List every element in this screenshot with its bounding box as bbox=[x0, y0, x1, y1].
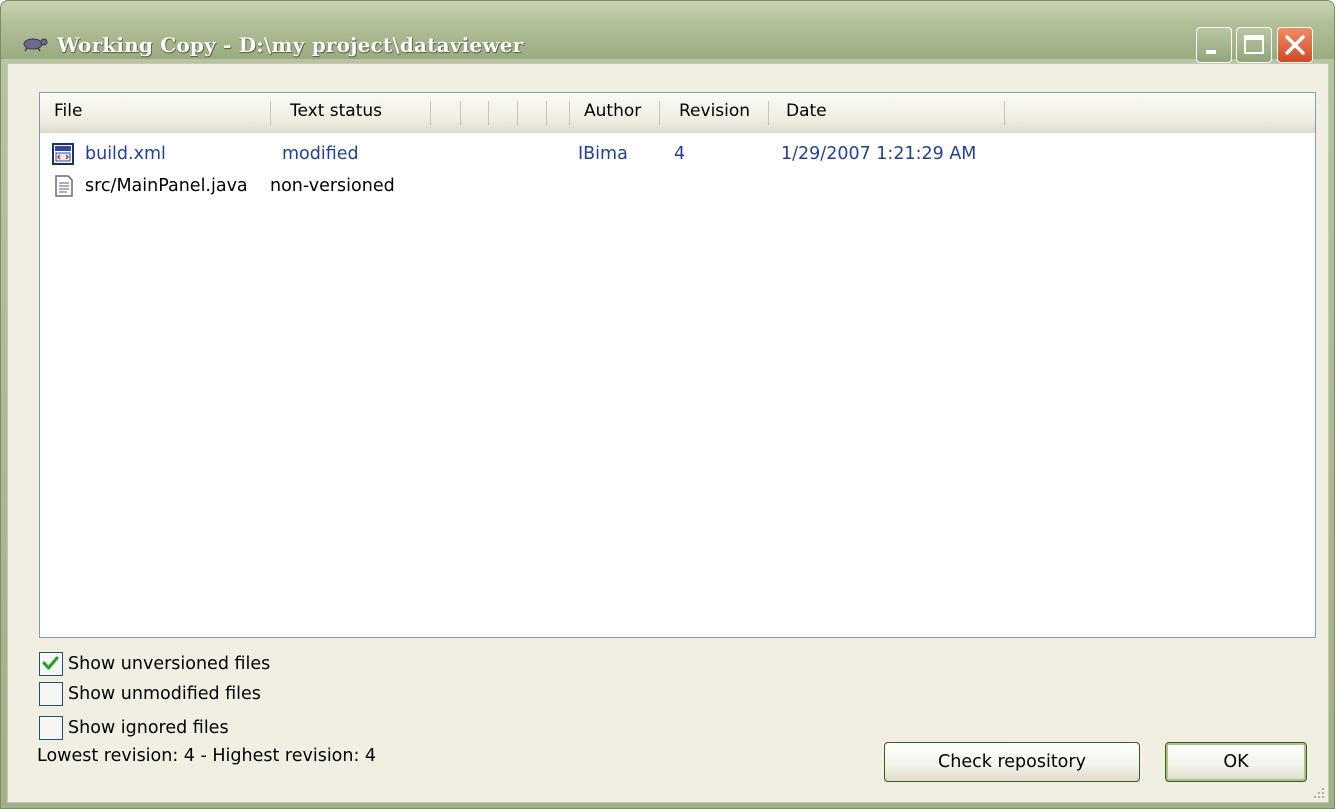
file-name: build.xml bbox=[85, 144, 166, 164]
resize-grip-icon[interactable] bbox=[1310, 784, 1326, 800]
dialog-body: File Text status Author Revision Date bu… bbox=[7, 63, 1329, 803]
column-divider[interactable] bbox=[1004, 101, 1005, 125]
maximize-button[interactable] bbox=[1236, 27, 1272, 63]
show-unmodified-label: Show unmodified files bbox=[68, 684, 261, 704]
revision-range-status: Lowest revision: 4 - Highest revision: 4 bbox=[37, 746, 377, 766]
author: IBima bbox=[578, 144, 628, 164]
checkmark-icon bbox=[42, 656, 59, 670]
file-list[interactable]: File Text status Author Revision Date bu… bbox=[39, 92, 1316, 638]
show-unversioned-checkbox[interactable] bbox=[39, 652, 63, 676]
column-header-revision[interactable]: Revision bbox=[665, 93, 769, 130]
revision: 4 bbox=[674, 144, 686, 164]
show-unmodified-checkbox[interactable] bbox=[39, 682, 63, 706]
ok-button[interactable]: OK bbox=[1165, 742, 1307, 782]
close-button[interactable] bbox=[1277, 27, 1313, 63]
list-header: File Text status Author Revision Date bbox=[40, 93, 1315, 133]
minimize-button[interactable] bbox=[1196, 27, 1232, 63]
text-file-icon bbox=[55, 175, 73, 197]
xml-file-icon bbox=[52, 143, 74, 165]
title-bar[interactable]: Working Copy - D:\my project\dataviewer bbox=[1, 1, 1334, 63]
minimize-icon bbox=[1206, 50, 1216, 54]
file-name: src/MainPanel.java bbox=[85, 176, 248, 196]
column-divider[interactable] bbox=[460, 101, 461, 125]
column-header-file[interactable]: File bbox=[40, 93, 270, 130]
close-icon bbox=[1285, 35, 1305, 55]
column-divider[interactable] bbox=[659, 101, 660, 125]
column-divider[interactable] bbox=[546, 101, 547, 125]
show-unversioned-label: Show unversioned files bbox=[68, 654, 271, 674]
show-ignored-checkbox[interactable] bbox=[39, 716, 63, 740]
column-divider[interactable] bbox=[517, 101, 518, 125]
window-title: Working Copy - D:\my project\dataviewer bbox=[57, 33, 524, 57]
table-row[interactable]: build.xml modified IBima 4 1/29/2007 1:2… bbox=[40, 138, 1315, 170]
text-status: non-versioned bbox=[270, 176, 395, 196]
date: 1/29/2007 1:21:29 AM bbox=[781, 144, 977, 164]
column-divider[interactable] bbox=[488, 101, 489, 125]
column-divider[interactable] bbox=[430, 101, 431, 125]
table-row[interactable]: src/MainPanel.java non-versioned bbox=[40, 170, 1315, 202]
column-header-date[interactable]: Date bbox=[772, 93, 1004, 130]
column-header-text-status[interactable]: Text status bbox=[276, 93, 428, 130]
working-copy-window: Working Copy - D:\my project\dataviewer … bbox=[0, 0, 1335, 809]
column-divider[interactable] bbox=[768, 101, 769, 125]
check-repository-button[interactable]: Check repository bbox=[884, 742, 1140, 782]
maximize-icon bbox=[1244, 35, 1264, 54]
show-ignored-label: Show ignored files bbox=[68, 718, 229, 738]
text-status: modified bbox=[282, 144, 359, 164]
column-divider[interactable] bbox=[270, 101, 271, 125]
tortoise-icon bbox=[23, 38, 48, 52]
column-header-author[interactable]: Author bbox=[570, 93, 660, 130]
